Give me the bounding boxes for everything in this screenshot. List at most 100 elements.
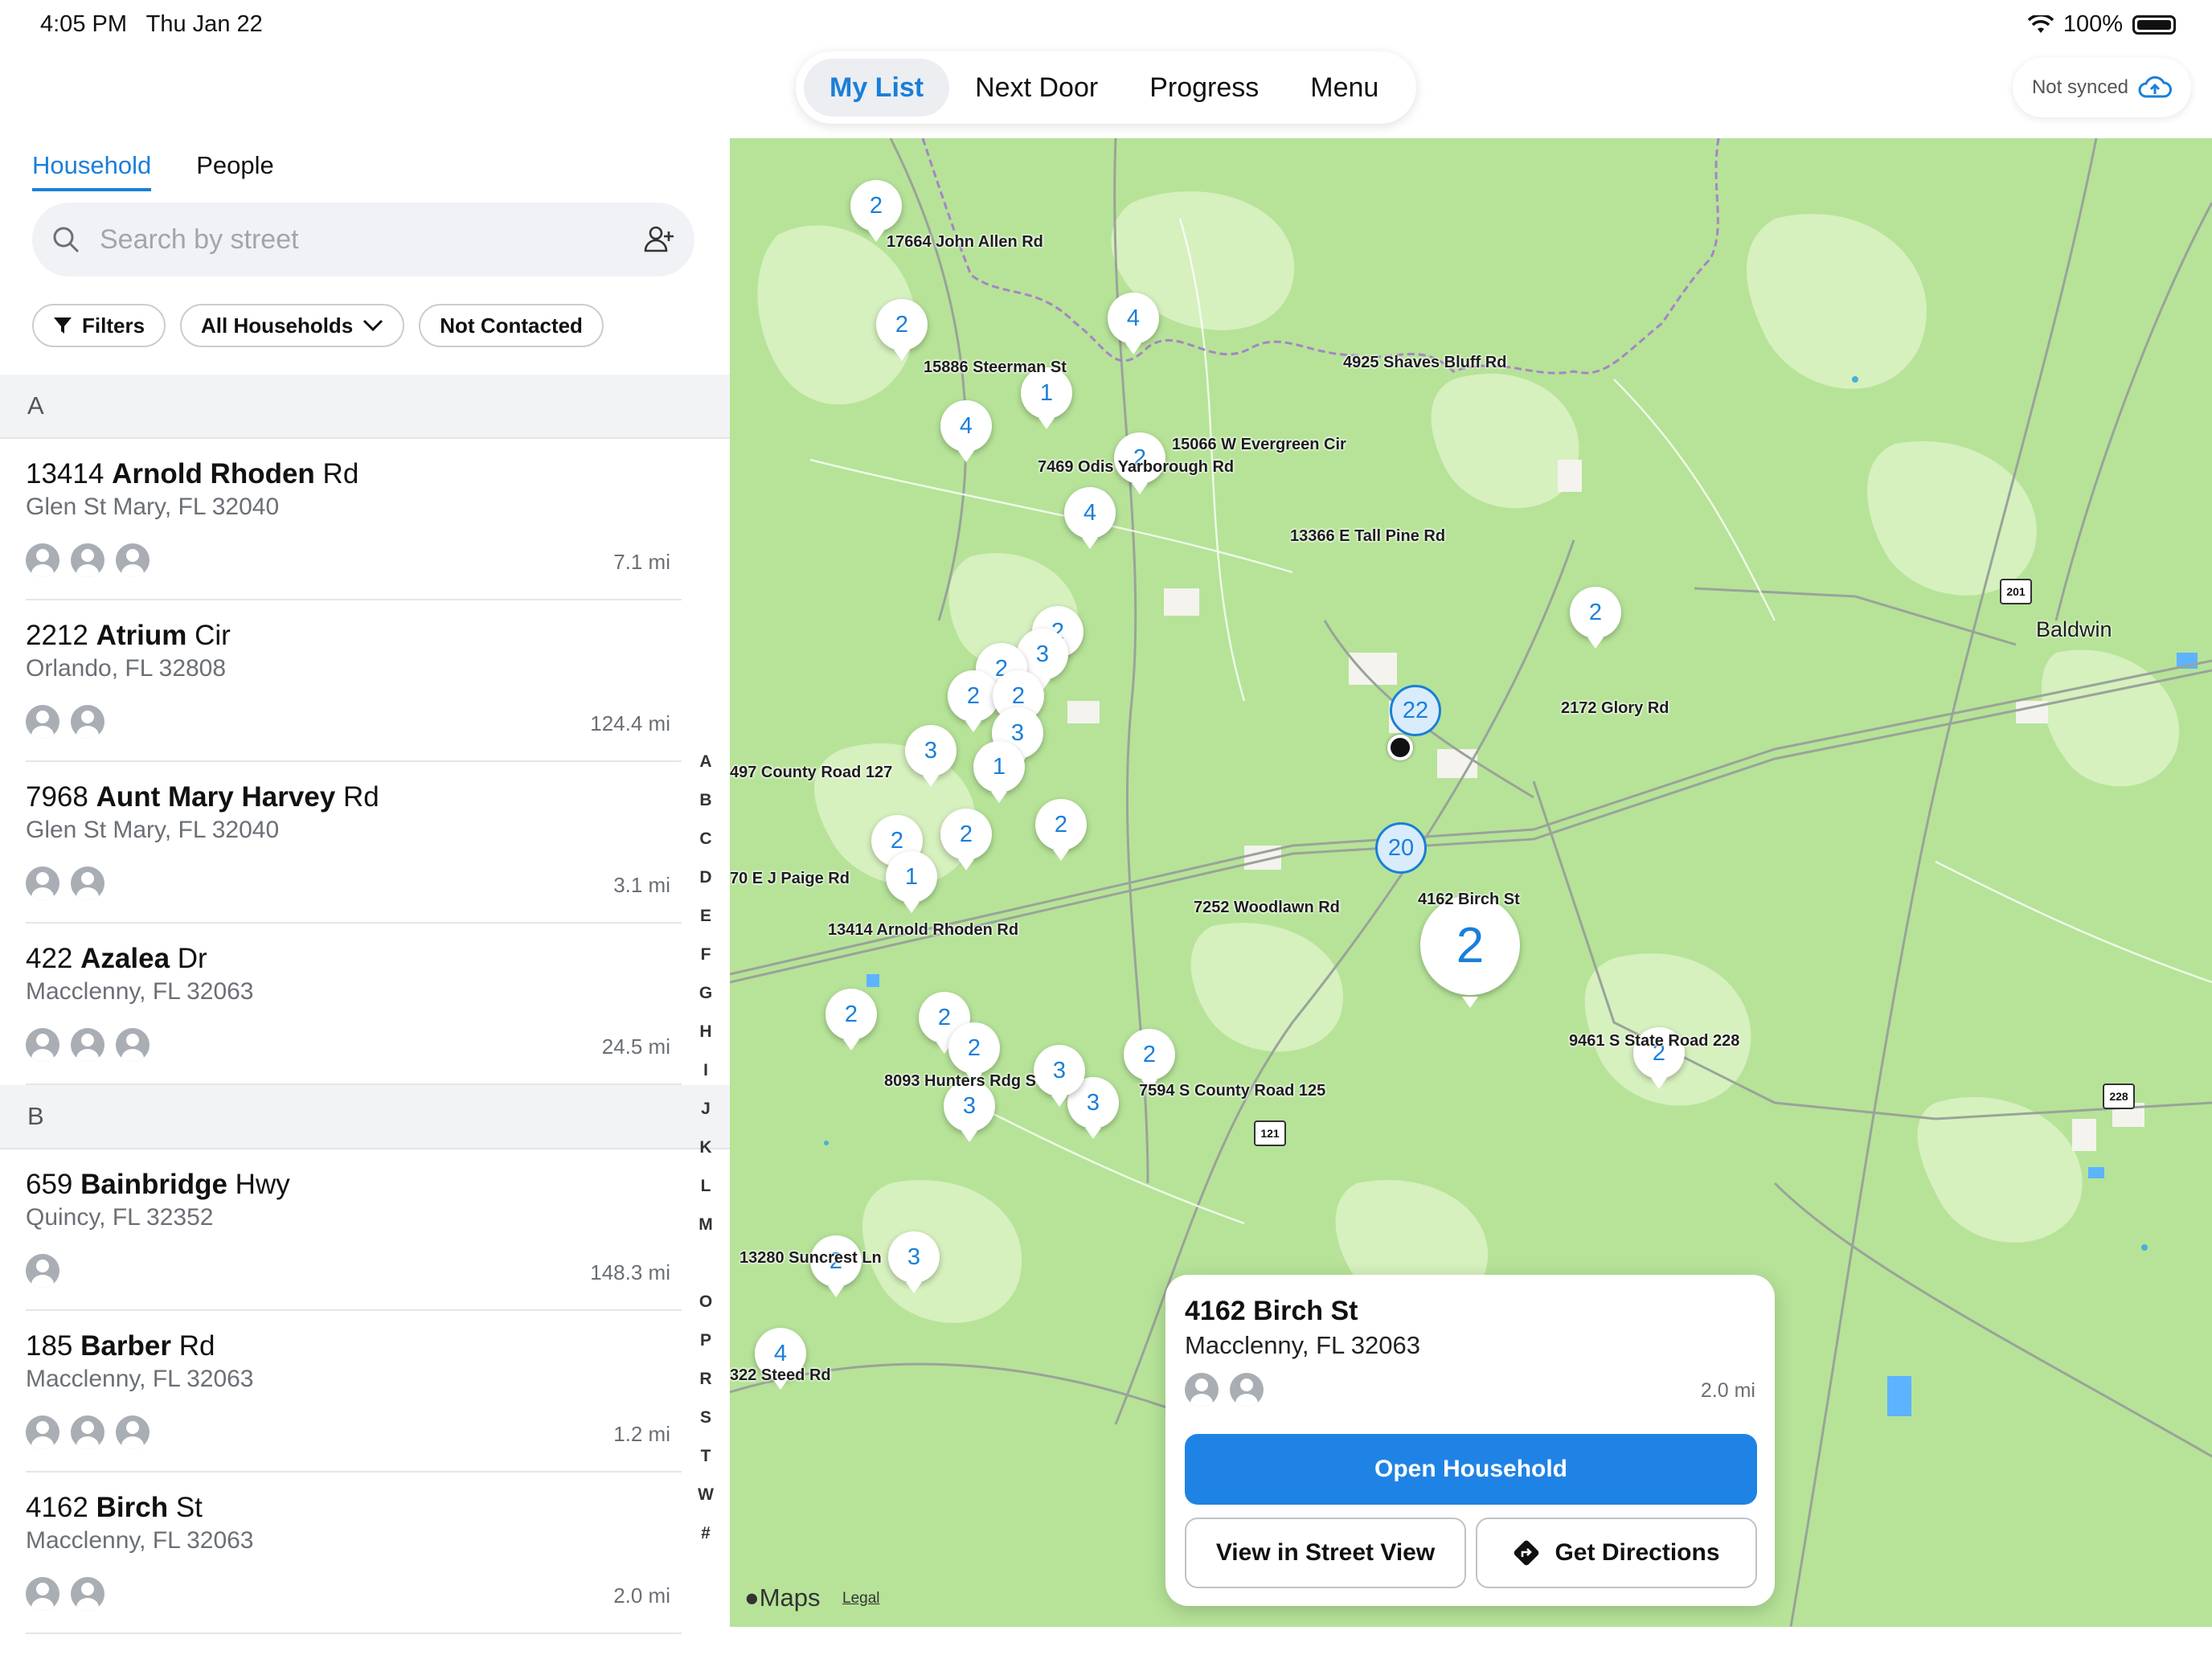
map-address-label: 13414 Arnold Rhoden Rd <box>828 921 1019 939</box>
row-distance: 3.1 mi <box>613 873 670 897</box>
row-distance: 24.5 mi <box>601 1034 670 1059</box>
tab-household[interactable]: Household <box>32 151 152 191</box>
alpha-letter[interactable]: L <box>696 1167 715 1206</box>
battery-icon <box>2132 14 2176 35</box>
map-address-label: 7594 S County Road 125 <box>1139 1082 1326 1100</box>
get-directions-button[interactable]: Get Directions <box>1476 1518 1757 1588</box>
person-icon <box>26 866 59 900</box>
street-view-button[interactable]: View in Street View <box>1185 1518 1466 1588</box>
add-person-icon[interactable] <box>643 223 675 256</box>
alpha-letter[interactable]: F <box>696 936 715 974</box>
map-pin[interactable]: 20 <box>1375 822 1427 874</box>
open-household-button[interactable]: Open Household <box>1185 1434 1757 1505</box>
household-row[interactable]: 7968 Aunt Mary Harvey Rd Glen St Mary, FL… <box>26 762 682 924</box>
search-input[interactable] <box>100 223 643 256</box>
tab-my-list[interactable]: My List <box>804 59 950 117</box>
top-nav: My List Next Door Progress Menu <box>796 51 1416 124</box>
street-suffix: Cir <box>195 620 231 651</box>
tab-next-door[interactable]: Next Door <box>949 59 1124 117</box>
alpha-letter[interactable]: J <box>696 1090 715 1129</box>
alpha-letter[interactable]: S <box>696 1399 715 1437</box>
row-city: Orlando, FL 32808 <box>26 655 227 682</box>
legal-link[interactable]: Legal <box>842 1590 880 1608</box>
tab-menu[interactable]: Menu <box>1284 59 1404 117</box>
map-pin[interactable]: 1 <box>973 741 1025 803</box>
map-pin[interactable]: 2 <box>850 180 902 242</box>
town-label: Baldwin <box>2036 617 2112 641</box>
person-icon <box>26 1028 59 1062</box>
household-list: A 13414 Arnold Rhoden Rd Glen St Mary, FL … <box>0 375 730 1659</box>
search-icon <box>53 227 80 253</box>
map-pin[interactable]: 22 <box>1390 685 1441 736</box>
alpha-letter[interactable]: P <box>696 1321 715 1360</box>
person-icon <box>71 705 104 739</box>
map-pin[interactable]: 4 <box>940 400 992 462</box>
alpha-letter[interactable]: T <box>696 1437 715 1476</box>
map-pin[interactable]: 2 <box>948 1022 1000 1084</box>
person-icon <box>1185 1373 1219 1407</box>
alpha-letter[interactable]: C <box>696 820 715 858</box>
map-pin[interactable]: 2 <box>940 809 992 870</box>
alpha-letter[interactable]: H <box>696 1013 715 1051</box>
map-pin[interactable]: 2 <box>1035 799 1087 861</box>
household-row[interactable]: 4162 Birch St Macclenny, FL 32063 2.0 mi <box>26 1473 682 1634</box>
household-row[interactable]: 422 Azalea Dr Macclenny, FL 32063 24.5 mi <box>26 924 682 1085</box>
map-pin[interactable]: 2 <box>876 299 928 361</box>
household-row[interactable]: 185 Barber Rd Macclenny, FL 32063 1.2 mi <box>26 1311 682 1473</box>
households-label: All Households <box>201 313 354 338</box>
alpha-letter[interactable]: K <box>696 1129 715 1167</box>
not-contacted-chip[interactable]: Not Contacted <box>419 304 604 347</box>
household-row[interactable]: 2212 Atrium Cir Orlando, FL 32808 124.4 mi <box>26 600 682 762</box>
map-pin[interactable]: 3 <box>888 1231 940 1293</box>
street-name: Atrium <box>96 620 187 651</box>
alpha-letter[interactable]: M <box>696 1206 715 1244</box>
alpha-letter[interactable]: # <box>696 1514 715 1553</box>
row-city: Macclenny, FL 32063 <box>26 978 254 1005</box>
household-row[interactable]: 13414 Arnold Rhoden Rd Glen St Mary, FL 3… <box>26 439 682 600</box>
row-address: 659 Bainbridge Hwy <box>26 1169 290 1201</box>
status-right: 100% <box>2027 11 2176 38</box>
alpha-letter[interactable]: I <box>696 1051 715 1090</box>
filters-label: Filters <box>82 313 145 338</box>
map-pin[interactable]: 2 <box>825 989 877 1051</box>
map-pin[interactable]: 1 <box>886 851 937 913</box>
households-dropdown[interactable]: All Households <box>180 304 405 347</box>
map-address-label: 17664 John Allen Rd <box>887 233 1043 251</box>
row-distance: 2.0 mi <box>613 1583 670 1608</box>
row-address: 4162 Birch St <box>26 1492 203 1524</box>
person-icon <box>26 1577 59 1611</box>
map-address-label: 70 E J Paige Rd <box>730 870 850 887</box>
battery-text: 100% <box>2062 11 2123 37</box>
row-people <box>26 705 104 739</box>
alpha-letter[interactable]: D <box>696 858 715 897</box>
tab-people[interactable]: People <box>196 151 274 191</box>
map-pin[interactable]: 2 <box>1570 587 1621 649</box>
alpha-letter[interactable] <box>696 1244 715 1283</box>
map-address-label: 7252 Woodlawn Rd <box>1194 899 1340 916</box>
person-icon <box>26 705 59 739</box>
subtabs: Household People <box>32 151 274 191</box>
alpha-letter[interactable]: G <box>696 974 715 1013</box>
alpha-index[interactable]: A B C D E F G H I J K L M O P R S T W # <box>696 743 715 1553</box>
section-header: B <box>0 1085 730 1149</box>
sync-button[interactable]: Not synced <box>2013 58 2191 117</box>
map-pin[interactable]: 2 <box>1124 1029 1175 1091</box>
filters-button[interactable]: Filters <box>32 304 166 347</box>
tab-progress[interactable]: Progress <box>1124 59 1284 117</box>
household-row[interactable]: 659 Bainbridge Hwy Quincy, FL 32352 148.3 … <box>26 1149 682 1311</box>
map-address-label: 7469 Odis Yarborough Rd <box>1038 458 1235 476</box>
row-city: Glen St Mary, FL 32040 <box>26 817 280 843</box>
alpha-letter[interactable]: R <box>696 1360 715 1399</box>
selected-pin[interactable]: 2 <box>1420 895 1520 1008</box>
alpha-letter[interactable]: W <box>696 1476 715 1514</box>
alpha-letter[interactable]: A <box>696 743 715 781</box>
map-pin[interactable]: 2 <box>948 670 999 732</box>
map-pin[interactable]: 3 <box>1034 1045 1085 1107</box>
chevron-down-icon <box>363 319 383 332</box>
map-pin[interactable]: 3 <box>905 725 956 787</box>
map-pin[interactable]: 4 <box>1064 487 1116 549</box>
map-pin[interactable]: 4 <box>1108 293 1159 354</box>
alpha-letter[interactable]: E <box>696 897 715 936</box>
alpha-letter[interactable]: B <box>696 781 715 820</box>
alpha-letter[interactable]: O <box>696 1283 715 1321</box>
